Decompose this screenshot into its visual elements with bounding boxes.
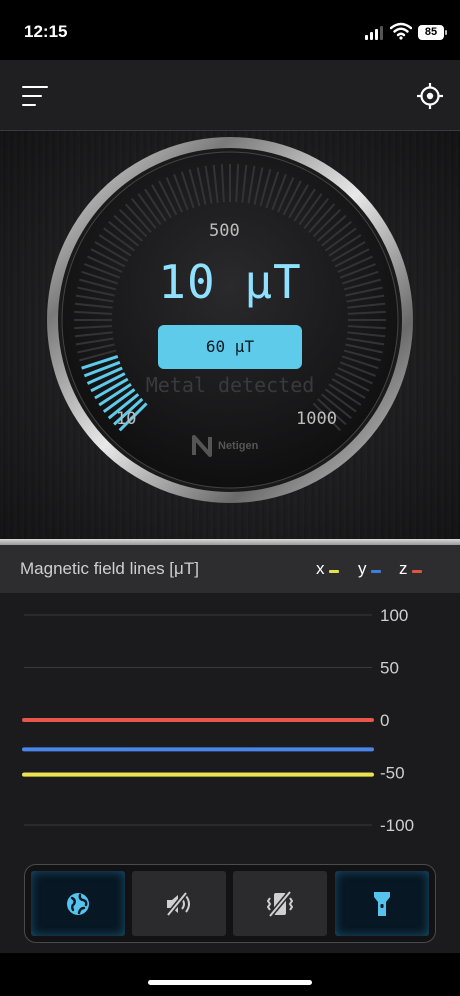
hamburger-icon[interactable] bbox=[22, 84, 48, 108]
brand-logo: Netigen bbox=[192, 435, 258, 457]
field-chart-svg: 100 50 0 -50 -100 bbox=[22, 606, 414, 835]
brand-name: Netigen bbox=[218, 440, 259, 452]
vibration-off-icon bbox=[266, 889, 294, 918]
legend-z-label: z bbox=[399, 559, 408, 578]
gauge-label-mid: 500 bbox=[209, 221, 240, 241]
legend-y: y bbox=[358, 559, 381, 579]
chart-y-tick-label: 50 bbox=[380, 659, 399, 678]
legend-x-label: x bbox=[316, 559, 325, 578]
flashlight-icon bbox=[374, 891, 390, 916]
legend-x: x bbox=[316, 559, 339, 579]
globe-button[interactable] bbox=[31, 871, 125, 936]
globe-icon bbox=[67, 892, 89, 915]
sound-toggle-button[interactable] bbox=[132, 871, 226, 936]
legend-z: z bbox=[399, 559, 422, 579]
cellular-signal-icon bbox=[365, 26, 383, 40]
chart-y-tick-label: -100 bbox=[380, 816, 414, 835]
crosshair-target-icon[interactable] bbox=[416, 82, 444, 110]
home-bar bbox=[0, 953, 460, 996]
vibration-toggle-button[interactable] bbox=[233, 871, 327, 936]
chart-title: Magnetic field lines [μT] bbox=[20, 559, 199, 578]
bottom-toolbar bbox=[24, 864, 436, 943]
chart-header: Magnetic field lines [μT] x y z bbox=[0, 545, 460, 593]
battery-indicator: 85 bbox=[418, 25, 447, 40]
netigen-logo-icon bbox=[192, 435, 212, 457]
chart-y-tick-label: 100 bbox=[380, 606, 408, 625]
metal-detected-label: Metal detected bbox=[145, 373, 315, 397]
gauge-panel: 500 10 μT 60 μT Metal detected 10 1000 N… bbox=[0, 131, 460, 539]
gauge-label-low: 10 bbox=[116, 409, 137, 429]
app-header bbox=[0, 60, 460, 131]
field-chart: 100 50 0 -50 -100 bbox=[0, 593, 460, 863]
sound-off-icon bbox=[166, 890, 190, 917]
threshold-button[interactable]: 60 μT bbox=[158, 325, 302, 369]
status-bar: 12:15 85 bbox=[0, 0, 460, 60]
chart-y-tick-label: -50 bbox=[380, 764, 405, 783]
legend-y-label: y bbox=[358, 559, 367, 578]
chart-y-tick-label: 0 bbox=[380, 711, 389, 730]
wifi-icon bbox=[390, 22, 412, 40]
home-indicator[interactable] bbox=[148, 980, 312, 985]
field-strength-value: 10 μT bbox=[158, 255, 302, 309]
status-time: 12:15 bbox=[24, 22, 68, 41]
flashlight-button[interactable] bbox=[335, 871, 429, 936]
gauge-label-high: 1000 bbox=[296, 409, 337, 429]
